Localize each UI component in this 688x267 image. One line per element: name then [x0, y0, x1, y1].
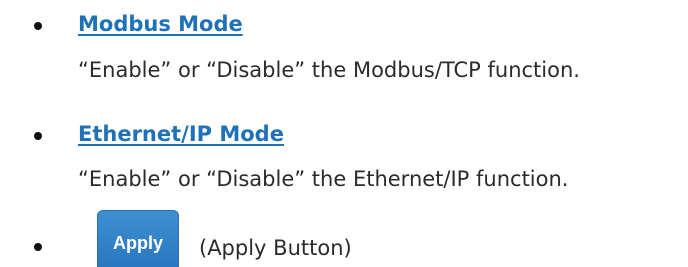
bullet-icon: [34, 243, 42, 251]
modbus-mode-heading[interactable]: Modbus Mode: [78, 11, 243, 37]
bullet-icon: [34, 132, 42, 140]
ethernet-ip-mode-description: “Enable” or “Disable” the Ethernet/IP fu…: [78, 167, 569, 191]
apply-button[interactable]: Apply: [97, 210, 179, 267]
ethernet-ip-mode-heading[interactable]: Ethernet/IP Mode: [78, 121, 284, 147]
bullet-icon: [34, 22, 42, 30]
apply-button-note: (Apply Button): [199, 236, 352, 260]
modbus-mode-description: “Enable” or “Disable” the Modbus/TCP fun…: [78, 58, 580, 82]
